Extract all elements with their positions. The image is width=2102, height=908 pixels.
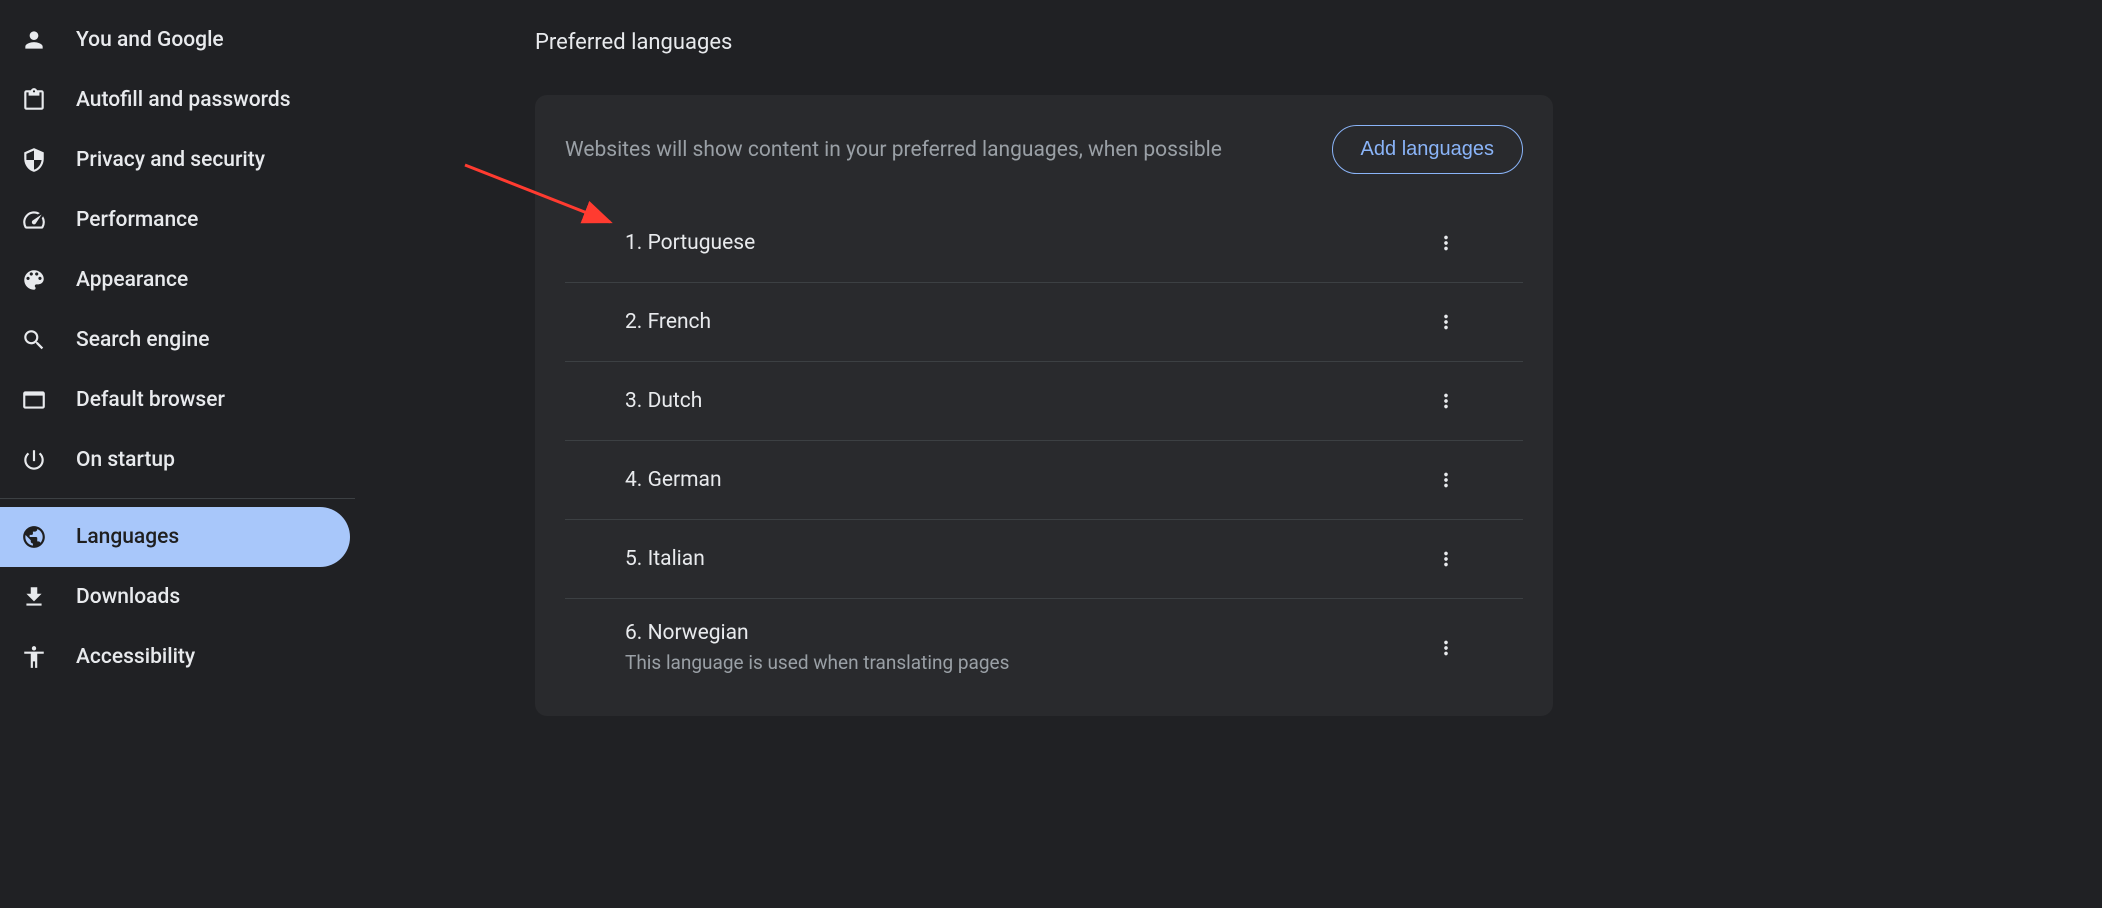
sidebar-item-languages[interactable]: Languages — [0, 507, 350, 567]
accessibility-icon — [20, 643, 48, 671]
main-content: Preferred languages Websites will show c… — [355, 0, 2102, 908]
sidebar-item-default-browser[interactable]: Default browser — [0, 370, 355, 430]
language-name: 5. Italian — [625, 547, 705, 571]
language-name: 6. Norwegian — [625, 621, 1009, 645]
sidebar-item-search-engine[interactable]: Search engine — [0, 310, 355, 370]
sidebar-item-performance[interactable]: Performance — [0, 190, 355, 250]
power-icon — [20, 446, 48, 474]
sidebar-item-label: Appearance — [76, 268, 188, 292]
sidebar-item-label: On startup — [76, 448, 175, 472]
sidebar-item-you-and-google[interactable]: You and Google — [0, 10, 355, 70]
sidebar-item-label: Autofill and passwords — [76, 88, 291, 112]
person-icon — [20, 26, 48, 54]
speedometer-icon — [20, 206, 48, 234]
language-name: 1. Portuguese — [625, 231, 755, 255]
language-more-button[interactable] — [1429, 226, 1463, 260]
sidebar-item-downloads[interactable]: Downloads — [0, 567, 355, 627]
more-vert-icon — [1435, 469, 1457, 491]
sidebar-divider — [0, 498, 355, 499]
language-subtitle: This language is used when translating p… — [625, 651, 1009, 674]
language-name: 2. French — [625, 310, 711, 334]
sidebar-item-label: Privacy and security — [76, 148, 265, 172]
search-icon — [20, 326, 48, 354]
language-row: 1. Portuguese — [565, 204, 1523, 283]
globe-icon — [20, 523, 48, 551]
more-vert-icon — [1435, 548, 1457, 570]
sidebar-item-accessibility[interactable]: Accessibility — [0, 627, 355, 687]
section-title: Preferred languages — [535, 30, 2102, 55]
sidebar-item-label: Default browser — [76, 388, 225, 412]
language-more-button[interactable] — [1429, 542, 1463, 576]
sidebar-item-label: Accessibility — [76, 645, 195, 669]
language-more-button[interactable] — [1429, 463, 1463, 497]
settings-sidebar: You and Google Autofill and passwords Pr… — [0, 0, 355, 908]
card-description: Websites will show content in your prefe… — [565, 138, 1222, 162]
card-header: Websites will show content in your prefe… — [535, 95, 1553, 204]
sidebar-item-label: Downloads — [76, 585, 180, 609]
language-row: 6. Norwegian This language is used when … — [565, 599, 1523, 696]
language-more-button[interactable] — [1429, 384, 1463, 418]
sidebar-item-privacy[interactable]: Privacy and security — [0, 130, 355, 190]
language-row: 3. Dutch — [565, 362, 1523, 441]
preferred-languages-card: Websites will show content in your prefe… — [535, 95, 1553, 716]
language-row: 4. German — [565, 441, 1523, 520]
sidebar-item-autofill[interactable]: Autofill and passwords — [0, 70, 355, 130]
sidebar-item-label: Search engine — [76, 328, 210, 352]
language-list: 1. Portuguese 2. French — [535, 204, 1553, 716]
sidebar-item-label: Languages — [76, 525, 179, 549]
language-row: 2. French — [565, 283, 1523, 362]
language-name: 4. German — [625, 468, 722, 492]
add-languages-button[interactable]: Add languages — [1332, 125, 1523, 174]
sidebar-item-label: Performance — [76, 208, 198, 232]
download-icon — [20, 583, 48, 611]
language-row: 5. Italian — [565, 520, 1523, 599]
sidebar-item-label: You and Google — [76, 28, 224, 52]
language-more-button[interactable] — [1429, 631, 1463, 665]
shield-icon — [20, 146, 48, 174]
more-vert-icon — [1435, 232, 1457, 254]
clipboard-icon — [20, 86, 48, 114]
more-vert-icon — [1435, 390, 1457, 412]
more-vert-icon — [1435, 637, 1457, 659]
language-more-button[interactable] — [1429, 305, 1463, 339]
palette-icon — [20, 266, 48, 294]
sidebar-item-on-startup[interactable]: On startup — [0, 430, 355, 490]
browser-icon — [20, 386, 48, 414]
language-name: 3. Dutch — [625, 389, 702, 413]
sidebar-item-appearance[interactable]: Appearance — [0, 250, 355, 310]
more-vert-icon — [1435, 311, 1457, 333]
